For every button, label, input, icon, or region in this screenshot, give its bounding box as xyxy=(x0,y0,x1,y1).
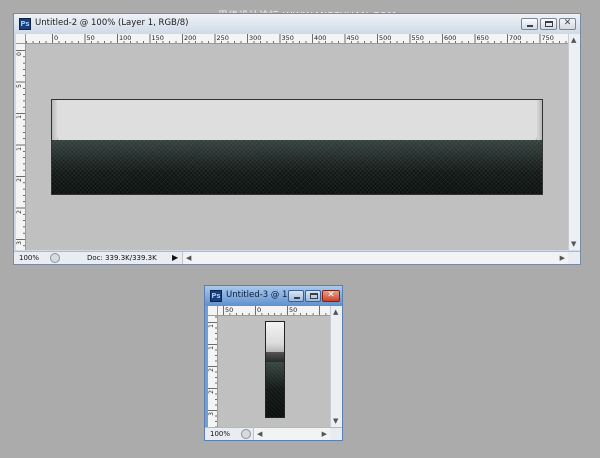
ruler-label: 50 xyxy=(225,306,234,314)
scroll-left-arrow[interactable]: ◀ xyxy=(186,254,191,262)
ruler-label: 1 xyxy=(208,324,215,328)
vertical-scrollbar[interactable]: ▲ ▼ xyxy=(330,306,342,427)
maximize-icon xyxy=(310,293,318,299)
ruler-label: 0 xyxy=(16,52,23,56)
ruler-label: 600 xyxy=(444,34,457,42)
ruler-label: 1 xyxy=(16,115,23,119)
status-info-icon[interactable] xyxy=(241,429,251,439)
ruler-label: 0 xyxy=(54,34,59,42)
document-size: Doc: 339.3K/339.3K xyxy=(87,254,157,262)
minimize-button[interactable] xyxy=(288,290,304,302)
ruler-label: 700 xyxy=(509,34,522,42)
document-window-untitled-2[interactable]: Ps Untitled-2 @ 100% (Layer 1, RGB/8) ✕ … xyxy=(13,13,581,265)
scroll-right-arrow[interactable]: ▶ xyxy=(322,430,327,438)
ruler-label: 5 xyxy=(16,83,23,88)
vertical-ruler[interactable]: 1 1 2 2 3 xyxy=(208,316,218,427)
scroll-up-arrow[interactable]: ▲ xyxy=(571,36,576,44)
canvas-area[interactable] xyxy=(26,44,568,250)
ruler-label: 250 xyxy=(216,34,229,42)
ruler-label: 450 xyxy=(346,34,359,42)
ruler-label: 550 xyxy=(411,34,424,42)
scroll-left-arrow[interactable]: ◀ xyxy=(257,430,262,438)
vertical-ruler[interactable]: 0 5 1 1 2 2 3 xyxy=(16,44,26,250)
zoom-level[interactable]: 100% xyxy=(19,254,39,262)
panel-light-section xyxy=(52,100,542,142)
ruler-ticks xyxy=(223,306,327,315)
status-bar: 100% ◀ ▶ xyxy=(205,427,342,440)
ruler-label: 1 xyxy=(16,146,23,151)
ruler-label: 100 xyxy=(119,34,132,42)
ruler-label: 2 xyxy=(16,178,23,182)
horizontal-scrollbar[interactable]: ◀ ▶ xyxy=(253,428,330,440)
window-controls: ✕ xyxy=(521,18,576,30)
panel-light-face xyxy=(57,100,537,142)
vertical-scrollbar[interactable]: ▲ ▼ xyxy=(568,34,580,250)
window-titlebar[interactable]: Ps Untitled-3 @ 10... ✕ xyxy=(205,286,342,306)
window-title: Untitled-2 @ 100% (Layer 1, RGB/8) xyxy=(35,18,189,28)
ruler-label: 2 xyxy=(208,368,215,372)
maximize-button[interactable] xyxy=(540,18,557,30)
strip-light-section xyxy=(266,322,284,352)
ruler-label: 350 xyxy=(281,34,294,42)
ruler-label: 50 xyxy=(289,306,298,314)
window-titlebar[interactable]: Ps Untitled-2 @ 100% (Layer 1, RGB/8) ✕ xyxy=(14,14,580,34)
ruler-label: 3 xyxy=(16,241,23,245)
ruler-label: 750 xyxy=(541,34,554,42)
maximize-icon xyxy=(545,21,553,27)
maximize-button[interactable] xyxy=(305,290,321,302)
close-icon: ✕ xyxy=(327,290,335,300)
ruler-label: 2 xyxy=(16,209,23,214)
ruler-label: 50 xyxy=(86,34,95,42)
ruler-label: 3 xyxy=(208,412,215,416)
ps-icon[interactable]: Ps xyxy=(19,18,31,30)
scroll-down-arrow[interactable]: ▼ xyxy=(333,417,338,425)
horizontal-scrollbar[interactable]: ◀ ▶ xyxy=(182,252,568,264)
ruler-label: 200 xyxy=(184,34,197,42)
artwork-tall-strip[interactable] xyxy=(265,321,285,418)
document-window-untitled-3[interactable]: Ps Untitled-3 @ 10... ✕ 50 0 50 11223 ▲ ▼ … xyxy=(204,285,343,441)
zoom-level[interactable]: 100% xyxy=(210,430,230,438)
ruler-label: 150 xyxy=(151,34,164,42)
canvas-area[interactable] xyxy=(218,316,330,427)
minimize-icon xyxy=(527,25,533,27)
close-button[interactable]: ✕ xyxy=(559,18,576,30)
ruler-label: 400 xyxy=(314,34,327,42)
horizontal-ruler[interactable]: 0 50 100 150 200 250 300 350 400 450 500 550 600 650 7… xyxy=(26,34,568,44)
close-button[interactable]: ✕ xyxy=(322,290,340,302)
ps-icon[interactable]: Ps xyxy=(210,290,222,302)
scroll-up-arrow[interactable]: ▲ xyxy=(333,308,338,316)
status-info-icon[interactable] xyxy=(50,253,60,263)
status-menu-arrow-icon[interactable]: ▶ xyxy=(172,253,178,263)
strip-dark-section xyxy=(266,362,284,417)
ruler-label: 650 xyxy=(476,34,489,42)
ruler-label: 2 xyxy=(208,390,215,394)
window-controls: ✕ xyxy=(288,290,340,302)
panel-dark-section xyxy=(52,140,542,194)
status-bar: 100% Doc: 339.3K/339.3K ▶ ◀ ▶ xyxy=(14,251,580,264)
minimize-icon xyxy=(294,297,300,299)
ruler-origin[interactable] xyxy=(16,34,26,44)
artwork-wide-panel[interactable] xyxy=(51,99,543,195)
ruler-label: 500 xyxy=(379,34,392,42)
ruler-label: 300 xyxy=(249,34,262,42)
ruler-label: 1 xyxy=(208,346,215,350)
close-icon: ✕ xyxy=(563,18,572,28)
horizontal-ruler[interactable]: 50 0 50 xyxy=(218,306,330,316)
ruler-label: 0 xyxy=(257,306,262,314)
ruler-origin[interactable] xyxy=(208,306,218,316)
scroll-right-arrow[interactable]: ▶ xyxy=(560,254,565,262)
minimize-button[interactable] xyxy=(521,18,538,30)
scroll-down-arrow[interactable]: ▼ xyxy=(571,240,576,248)
